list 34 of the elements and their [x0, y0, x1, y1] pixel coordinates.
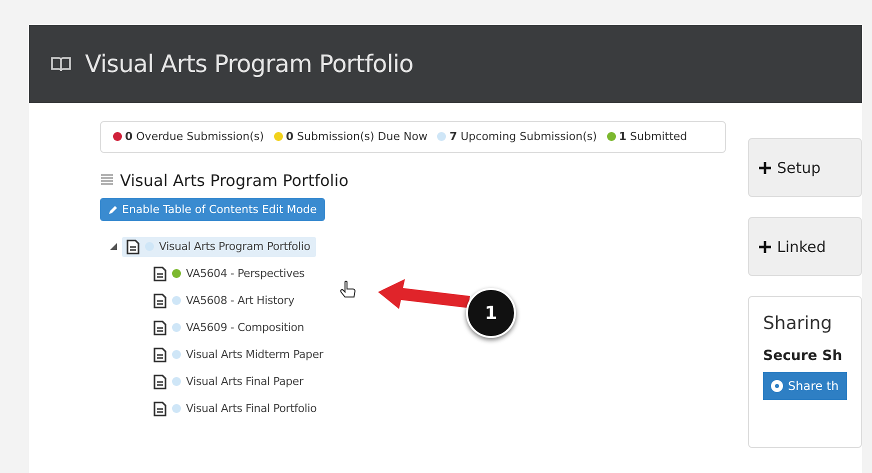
document-icon: [153, 346, 167, 362]
summary-count: 7 Upcoming Submission(s): [449, 130, 597, 143]
tree-item[interactable]: Visual Arts Final Paper: [149, 372, 310, 392]
summary-count: 0 Submission(s) Due Now: [286, 130, 428, 143]
tree-item[interactable]: Visual Arts Final Portfolio: [149, 398, 323, 418]
list-icon: [100, 174, 114, 187]
document-icon: [153, 266, 167, 282]
share-button[interactable]: Share th: [763, 372, 847, 400]
tree-item[interactable]: VA5609 - Composition: [149, 318, 310, 338]
expand-panel[interactable]: Setup: [748, 138, 862, 197]
tree-item[interactable]: VA5608 - Art History: [149, 290, 300, 310]
open-book-icon: [51, 56, 71, 72]
tree-item[interactable]: Visual Arts Midterm Paper: [149, 344, 330, 364]
panel-title: Sharing: [763, 313, 834, 334]
expand-panel[interactable]: Linked: [748, 217, 862, 276]
document-icon: [153, 320, 167, 336]
pencil-icon: [108, 204, 118, 214]
document-icon: [126, 238, 140, 254]
summary-count: 1 Submitted: [618, 130, 688, 143]
document-icon: [153, 292, 167, 308]
panel-subtitle: Secure Sh: [763, 348, 844, 364]
plus-icon: [759, 162, 771, 174]
section-title: Visual Arts Program Portfolio: [120, 171, 348, 190]
summary-count: 0 Overdue Submission(s): [125, 130, 264, 143]
tree-item[interactable]: VA5604 - Perspectives: [149, 264, 311, 284]
document-icon: [153, 374, 167, 390]
circle-icon: [771, 380, 783, 392]
plus-icon: [759, 240, 771, 252]
edit-mode-button[interactable]: Enable Table of Contents Edit Mode: [100, 198, 325, 221]
hand-cursor-icon: [340, 280, 356, 298]
expanded-triangle-icon[interactable]: [110, 243, 116, 250]
page-title: Visual Arts Program Portfolio: [85, 50, 414, 78]
tree-item[interactable]: Visual Arts Program Portfolio: [122, 236, 316, 256]
document-icon: [153, 400, 167, 416]
